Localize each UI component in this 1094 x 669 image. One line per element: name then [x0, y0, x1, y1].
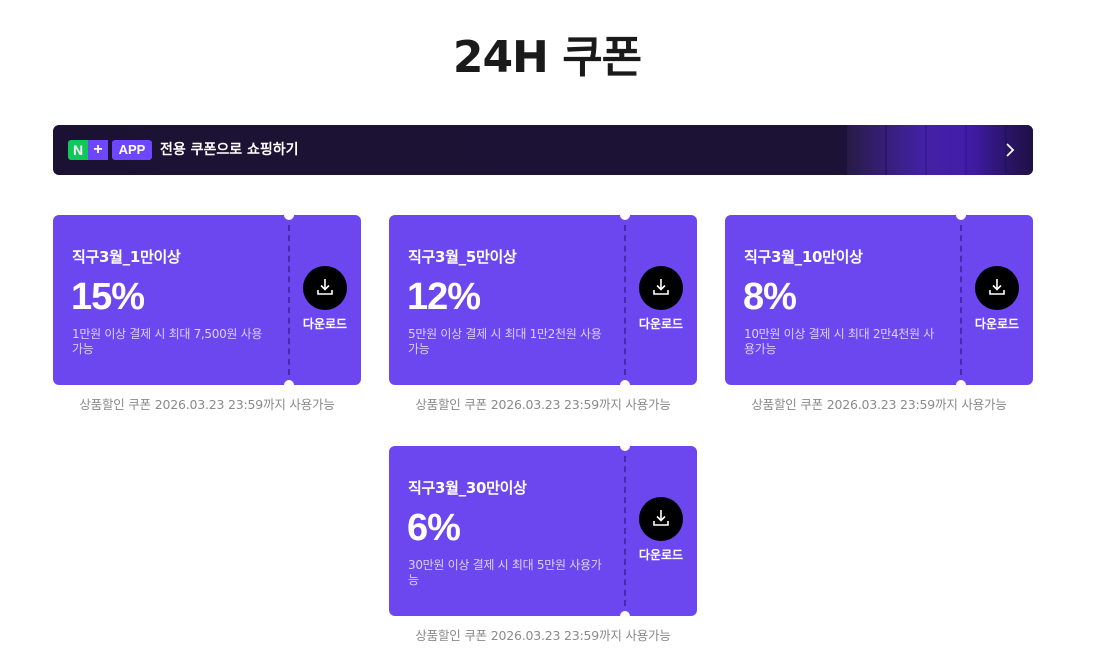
coupon-item: 직구3월_1만이상 15% 1만원 이상 결제 시 최대 7,500원 사용가능…: [53, 210, 361, 412]
app-coupon-banner[interactable]: N + APP 전용 쿠폰으로 쇼핑하기: [53, 125, 1033, 175]
coupon-notch: [620, 441, 630, 451]
download-label[interactable]: 다운로드: [629, 315, 693, 333]
coupon-divider: [288, 225, 290, 375]
download-label[interactable]: 다운로드: [965, 315, 1029, 333]
app-badge: APP: [112, 140, 152, 160]
download-button[interactable]: [639, 266, 683, 310]
page-title: 24H 쿠폰: [452, 32, 642, 83]
banner-text: 전용 쿠폰으로 쇼핑하기: [160, 142, 299, 158]
download-label[interactable]: 다운로드: [629, 546, 693, 564]
coupon-discount: 6%: [407, 507, 461, 549]
coupon-card: 직구3월_5만이상 12% 5만원 이상 결제 시 최대 1만2천원 사용가능 …: [389, 215, 697, 385]
coupon-condition: 1만원 이상 결제 시 최대 7,500원 사용가능: [72, 327, 263, 356]
coupon-discount: 12%: [407, 276, 481, 318]
coupon-condition: 10만원 이상 결제 시 최대 2만4천원 사용가능: [744, 327, 935, 356]
download-button[interactable]: [639, 497, 683, 541]
coupon-discount: 8%: [743, 276, 797, 318]
download-icon: [989, 279, 1005, 295]
download-icon: [317, 279, 333, 295]
chevron-right-icon[interactable]: [1005, 142, 1015, 158]
coupon-name: 직구3월_10만이상: [744, 248, 863, 266]
coupon-notch: [620, 611, 630, 621]
coupon-item: 직구3월_5만이상 12% 5만원 이상 결제 시 최대 1만2천원 사용가능 …: [389, 210, 697, 412]
coupon-validity: 상품할인 쿠폰 2026.03.23 23:59까지 사용가능: [79, 397, 335, 412]
coupon-name: 직구3월_5만이상: [408, 248, 517, 266]
coupon-item: 직구3월_30만이상 6% 30만원 이상 결제 시 최대 5만원 사용가능 다…: [389, 441, 697, 643]
coupon-divider: [624, 225, 626, 375]
download-button[interactable]: [303, 266, 347, 310]
coupon-notch: [284, 210, 294, 220]
coupon-validity: 상품할인 쿠폰 2026.03.23 23:59까지 사용가능: [415, 397, 671, 412]
download-button[interactable]: [975, 266, 1019, 310]
coupon-condition: 5만원 이상 결제 시 최대 1만2천원 사용가능: [408, 327, 602, 356]
coupon-notch: [284, 380, 294, 390]
coupon-name: 직구3월_30만이상: [408, 479, 527, 497]
coupon-item: 직구3월_10만이상 8% 10만원 이상 결제 시 최대 2만4천원 사용가능…: [725, 210, 1033, 412]
coupon-condition: 30만원 이상 결제 시 최대 5만원 사용가능: [408, 558, 602, 587]
coupon-name: 직구3월_1만이상: [72, 248, 181, 266]
coupon-discount: 15%: [71, 276, 145, 318]
naver-n-badge: N: [68, 140, 88, 160]
coupon-notch: [956, 380, 966, 390]
coupon-card: 직구3월_30만이상 6% 30만원 이상 결제 시 최대 5만원 사용가능 다…: [389, 446, 697, 616]
download-label[interactable]: 다운로드: [293, 315, 357, 333]
coupon-validity: 상품할인 쿠폰 2026.03.23 23:59까지 사용가능: [415, 628, 671, 643]
coupon-card: 직구3월_1만이상 15% 1만원 이상 결제 시 최대 7,500원 사용가능…: [53, 215, 361, 385]
coupon-card: 직구3월_10만이상 8% 10만원 이상 결제 시 최대 2만4천원 사용가능…: [725, 215, 1033, 385]
plus-badge: +: [88, 140, 108, 160]
coupon-divider: [624, 456, 626, 606]
coupon-divider: [960, 225, 962, 375]
coupon-validity: 상품할인 쿠폰 2026.03.23 23:59까지 사용가능: [751, 397, 1007, 412]
coupon-notch: [956, 210, 966, 220]
coupon-notch: [620, 210, 630, 220]
coupon-notch: [620, 380, 630, 390]
download-icon: [653, 510, 669, 526]
download-icon: [653, 279, 669, 295]
